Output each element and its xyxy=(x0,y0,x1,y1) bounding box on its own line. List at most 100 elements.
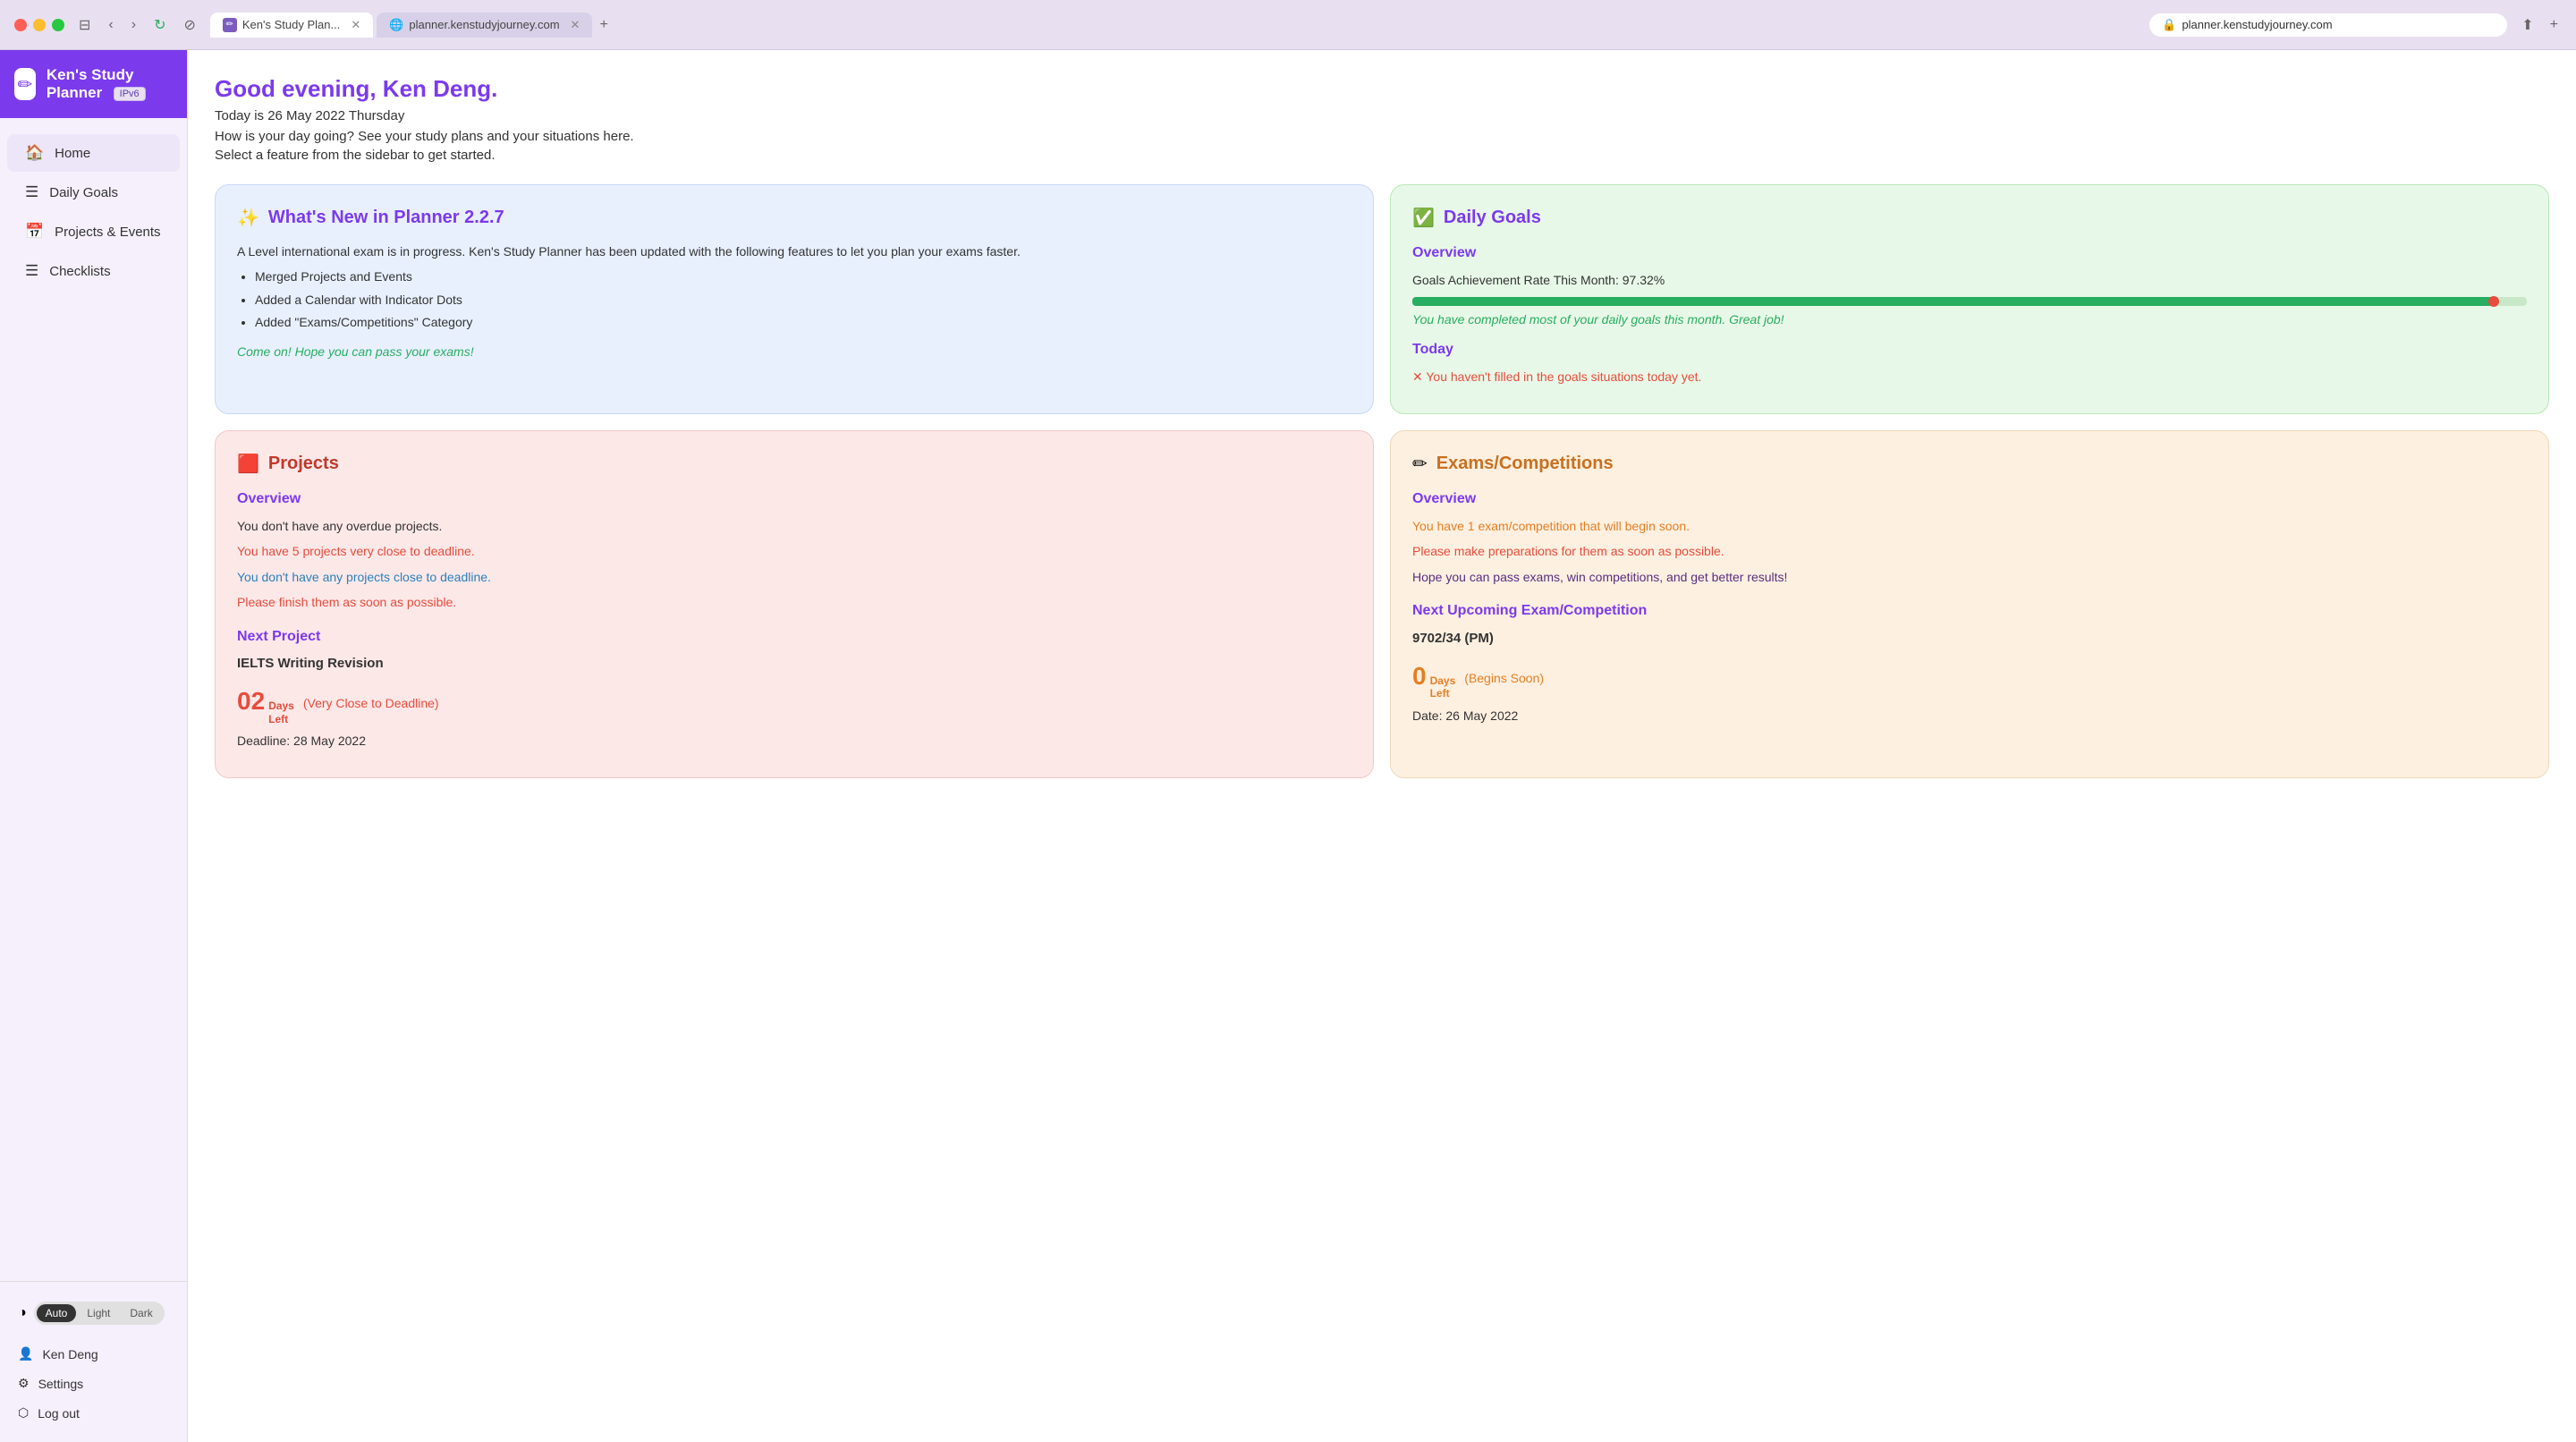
tab-study-plan[interactable]: ✏ Ken's Study Plan... ✕ xyxy=(210,13,373,38)
project-name: IELTS Writing Revision xyxy=(237,653,1352,674)
achievement-message: You have completed most of your daily go… xyxy=(1412,310,2527,329)
logout-item[interactable]: ⬡ Log out xyxy=(7,1398,180,1428)
days-label-left: Left xyxy=(268,713,294,725)
whats-new-title: What's New in Planner 2.2.7 xyxy=(268,208,504,228)
whats-new-desc: A Level international exam is in progres… xyxy=(237,242,1352,261)
tab-planner-close-icon[interactable]: ✕ xyxy=(571,18,580,32)
daily-goals-body: Overview Goals Achievement Rate This Mon… xyxy=(1412,242,2527,386)
forward-button[interactable]: › xyxy=(128,13,140,37)
progress-bar-dot xyxy=(2488,296,2499,307)
whats-new-cta: Come on! Hope you can pass your exams! xyxy=(237,342,1352,361)
sidebar-item-home[interactable]: 🏠 Home xyxy=(7,134,180,172)
settings-item[interactable]: ⚙ Settings xyxy=(7,1369,180,1398)
theme-light[interactable]: Light xyxy=(78,1304,119,1322)
maximize-button[interactable] xyxy=(52,19,64,31)
app-logo: ✏ xyxy=(14,68,36,100)
browser-chrome: ⊟ ‹ › ↻ ⊘ ✏ Ken's Study Plan... ✕ 🌐 plan… xyxy=(0,0,2576,50)
settings-icon: ⚙ xyxy=(18,1376,30,1391)
exams-card: ✏ Exams/Competitions Overview You have 1… xyxy=(1390,430,2549,778)
address-bar[interactable]: 🔒 planner.kenstudyjourney.com xyxy=(2149,13,2507,37)
settings-label: Settings xyxy=(38,1377,84,1391)
progress-bar xyxy=(1412,297,2527,306)
exam-deadline-row: 0 Days Left (Begins Soon) xyxy=(1412,657,2527,700)
checklist-icon: ✅ xyxy=(1412,207,1435,229)
main-content: Good evening, Ken Deng. Today is 26 May … xyxy=(188,50,2576,1442)
finish-soon-text: Please finish them as soon as possible. xyxy=(237,592,1352,612)
new-tab-button[interactable]: + xyxy=(596,13,611,37)
days-left-block: 02 Days Left xyxy=(237,682,294,725)
exams-header: ✏ Exams/Competitions xyxy=(1412,453,2527,475)
deadline-row: 02 Days Left (Very Close to Deadline) xyxy=(237,682,1352,725)
cards-grid: ✨ What's New in Planner 2.2.7 A Level in… xyxy=(215,184,2549,778)
next-exam-label: Next Upcoming Exam/Competition xyxy=(1412,599,2527,623)
projects-body: Overview You don't have any overdue proj… xyxy=(237,488,1352,751)
theme-dark[interactable]: Dark xyxy=(121,1304,161,1322)
tab-study-plan-icon: ✏ xyxy=(223,18,237,32)
prepare-msg: Please make preparations for them as soo… xyxy=(1412,541,2527,561)
magic-wand-icon: ✨ xyxy=(237,207,259,229)
progress-bar-fill xyxy=(1412,297,2497,306)
sidebar-item-daily-goals[interactable]: ☰ Daily Goals xyxy=(7,174,180,211)
checklists-icon: ☰ xyxy=(25,262,38,280)
exams-overview-label: Overview xyxy=(1412,488,2527,511)
sidebar-toggle[interactable]: ⊟ xyxy=(75,13,94,38)
sidebar-item-checklists[interactable]: ☰ Checklists xyxy=(7,252,180,290)
refresh-button[interactable]: ↻ xyxy=(150,13,169,38)
exam-days-label: Days Left xyxy=(1430,674,1456,700)
back-button[interactable]: ‹ xyxy=(105,13,116,37)
next-project-label: Next Project xyxy=(237,625,1352,649)
logout-label: Log out xyxy=(38,1406,80,1421)
exams-title: Exams/Competitions xyxy=(1436,454,1614,474)
user-name: Ken Deng xyxy=(42,1347,97,1361)
daily-goals-header: ✅ Daily Goals xyxy=(1412,207,2527,229)
tab-planner[interactable]: 🌐 planner.kenstudyjourney.com ✕ xyxy=(377,13,592,38)
whats-new-card: ✨ What's New in Planner 2.2.7 A Level in… xyxy=(215,184,1374,414)
sidebar-item-projects[interactable]: 📅 Projects & Events xyxy=(7,213,180,250)
tab-close-icon[interactable]: ✕ xyxy=(351,18,360,32)
no-close-deadline: You don't have any projects close to dea… xyxy=(237,567,1352,587)
tab-bar: ✏ Ken's Study Plan... ✕ 🌐 planner.kenstu… xyxy=(210,13,2139,38)
sidebar-nav: 🏠 Home ☰ Daily Goals 📅 Projects & Events… xyxy=(0,118,187,1281)
projects-icon: 📅 xyxy=(25,223,44,241)
close-deadline-warning: You have 5 projects very close to deadli… xyxy=(237,541,1352,561)
app-wrapper: ✏ Ken's Study Planner IPv6 🏠 Home ☰ Dail… xyxy=(0,50,2576,1442)
new-window-button[interactable]: + xyxy=(2546,13,2562,38)
theme-selector[interactable]: Auto Light Dark xyxy=(34,1302,165,1325)
how-day-text: How is your day going? See your study pl… xyxy=(215,129,2549,144)
daily-goals-card: ✅ Daily Goals Overview Goals Achievement… xyxy=(1390,184,2549,414)
very-close-badge: (Very Close to Deadline) xyxy=(303,693,439,713)
shield-button[interactable]: ⊘ xyxy=(180,13,199,38)
whats-new-list: Merged Projects and Events Added a Calen… xyxy=(255,267,1352,332)
theme-icon: ◑ xyxy=(18,1305,27,1321)
whats-new-body: A Level international exam is in progres… xyxy=(237,242,1352,361)
exam-date: Date: 26 May 2022 xyxy=(1412,706,2527,725)
user-profile[interactable]: 👤 Ken Deng xyxy=(7,1339,180,1369)
whats-new-item-1: Merged Projects and Events xyxy=(255,267,1352,286)
sidebar-projects-label: Projects & Events xyxy=(55,225,160,240)
days-num: 02 xyxy=(237,682,265,722)
address-text: planner.kenstudyjourney.com xyxy=(2182,18,2332,31)
exam-name: 9702/34 (PM) xyxy=(1412,628,2527,649)
projects-icon-card: 🟥 xyxy=(237,453,259,475)
sidebar-daily-goals-label: Daily Goals xyxy=(49,185,118,200)
sidebar: ✏ Ken's Study Planner IPv6 🏠 Home ☰ Dail… xyxy=(0,50,188,1442)
sidebar-header: ✏ Ken's Study Planner IPv6 xyxy=(0,50,187,118)
projects-overview-label: Overview xyxy=(237,488,1352,511)
user-icon: 👤 xyxy=(18,1346,33,1361)
today-message: ✕ You haven't filled in the goals situat… xyxy=(1412,367,2527,386)
begins-soon-label: (Begins Soon) xyxy=(1464,668,1544,688)
daily-goals-icon: ☰ xyxy=(25,183,38,201)
share-button[interactable]: ⬆ xyxy=(2518,13,2537,38)
days-label: Days Left xyxy=(268,700,294,725)
theme-auto[interactable]: Auto xyxy=(37,1304,77,1322)
projects-card: 🟥 Projects Overview You don't have any o… xyxy=(215,430,1374,778)
projects-title: Projects xyxy=(268,454,339,474)
sidebar-home-label: Home xyxy=(55,146,90,161)
close-button[interactable] xyxy=(14,19,27,31)
exam-days-block: 0 Days Left xyxy=(1412,657,1455,700)
exam-days-label-days: Days xyxy=(1430,674,1456,687)
tab-planner-favicon: 🌐 xyxy=(389,18,403,32)
ipv6-badge: IPv6 xyxy=(114,87,146,101)
minimize-button[interactable] xyxy=(33,19,46,31)
address-lock-icon: 🔒 xyxy=(2162,18,2176,32)
